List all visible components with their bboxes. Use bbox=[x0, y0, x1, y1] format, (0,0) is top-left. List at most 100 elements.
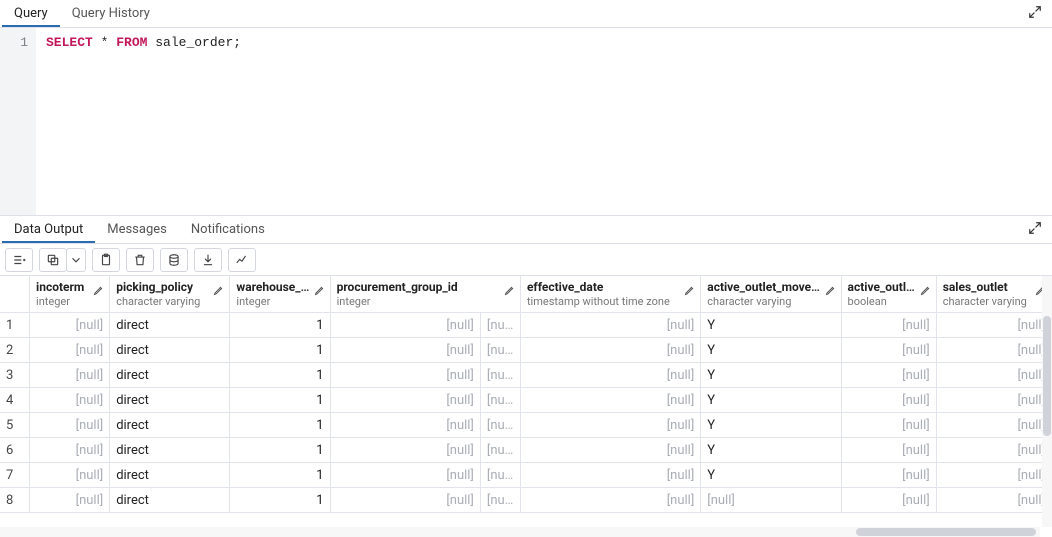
cell-procurement-sub[interactable]: [null] bbox=[481, 488, 521, 513]
rownum-cell[interactable]: 5 bbox=[0, 413, 30, 438]
col-procurement-group-id[interactable]: procurement_group_id integer bbox=[331, 276, 521, 313]
rownum-cell[interactable]: 2 bbox=[0, 338, 30, 363]
col-active-outlet-moved0[interactable]: active_outlet_moved0 character varying bbox=[701, 276, 841, 313]
rownum-cell[interactable]: 1 bbox=[0, 313, 30, 338]
cell-effective-date[interactable]: [null] bbox=[521, 438, 701, 463]
cell-effective-date[interactable]: [null] bbox=[521, 388, 701, 413]
cell-procurement-sub[interactable]: [null] bbox=[481, 313, 521, 338]
scroll-thumb[interactable] bbox=[856, 528, 1036, 536]
cell-picking-policy[interactable]: direct bbox=[110, 413, 230, 438]
cell-procurement-group-id[interactable]: [null] bbox=[331, 413, 481, 438]
cell-procurement-sub[interactable]: [null] bbox=[481, 388, 521, 413]
cell-picking-policy[interactable]: direct bbox=[110, 363, 230, 388]
cell-active-outlet-moved0[interactable]: [null] bbox=[701, 488, 841, 513]
cell-warehouse-id[interactable]: 1 bbox=[230, 438, 330, 463]
cell-sales-outlet[interactable]: [null] bbox=[937, 488, 1052, 513]
cell-warehouse-id[interactable]: 1 bbox=[230, 313, 330, 338]
cell-warehouse-id[interactable]: 1 bbox=[230, 488, 330, 513]
edit-icon[interactable] bbox=[314, 284, 326, 296]
cell-active-outlet[interactable]: [null] bbox=[842, 438, 937, 463]
add-row-button[interactable] bbox=[5, 248, 33, 272]
table-row[interactable]: 7[null]direct1[null][null][null]Y[null][… bbox=[0, 463, 1052, 488]
edit-icon[interactable] bbox=[93, 284, 105, 296]
editor-code[interactable]: SELECT * FROM sale_order; bbox=[36, 28, 1052, 215]
cell-active-outlet-moved0[interactable]: Y bbox=[701, 413, 841, 438]
table-row[interactable]: 8[null]direct1[null][null][null][null][n… bbox=[0, 488, 1052, 513]
cell-incoterm[interactable]: [null] bbox=[30, 313, 110, 338]
cell-procurement-group-id[interactable]: [null] bbox=[331, 313, 481, 338]
cell-procurement-group-id[interactable]: [null] bbox=[331, 488, 481, 513]
rownum-header[interactable] bbox=[0, 276, 30, 313]
cell-picking-policy[interactable]: direct bbox=[110, 438, 230, 463]
expand-output-icon[interactable] bbox=[1020, 217, 1050, 243]
vertical-scrollbar[interactable] bbox=[1042, 276, 1052, 527]
cell-picking-policy[interactable]: direct bbox=[110, 313, 230, 338]
cell-active-outlet[interactable]: [null] bbox=[842, 338, 937, 363]
table-row[interactable]: 3[null]direct1[null][null][null]Y[null][… bbox=[0, 363, 1052, 388]
edit-icon[interactable] bbox=[684, 284, 696, 296]
delete-button[interactable] bbox=[126, 248, 154, 272]
cell-effective-date[interactable]: [null] bbox=[521, 338, 701, 363]
results-grid[interactable]: incoterm integer picking_policy characte… bbox=[0, 276, 1052, 513]
table-row[interactable]: 2[null]direct1[null][null][null]Y[null][… bbox=[0, 338, 1052, 363]
cell-procurement-group-id[interactable]: [null] bbox=[331, 388, 481, 413]
copy-button[interactable] bbox=[39, 248, 67, 272]
cell-incoterm[interactable]: [null] bbox=[30, 463, 110, 488]
cell-active-outlet-moved0[interactable]: Y bbox=[701, 313, 841, 338]
table-row[interactable]: 6[null]direct1[null][null][null]Y[null][… bbox=[0, 438, 1052, 463]
rownum-cell[interactable]: 7 bbox=[0, 463, 30, 488]
cell-procurement-group-id[interactable]: [null] bbox=[331, 363, 481, 388]
rownum-cell[interactable]: 6 bbox=[0, 438, 30, 463]
cell-sales-outlet[interactable]: [null] bbox=[937, 313, 1052, 338]
cell-procurement-sub[interactable]: [null] bbox=[481, 363, 521, 388]
copy-dropdown-button[interactable] bbox=[66, 248, 86, 272]
rownum-cell[interactable]: 4 bbox=[0, 388, 30, 413]
cell-warehouse-id[interactable]: 1 bbox=[230, 338, 330, 363]
cell-active-outlet[interactable]: [null] bbox=[842, 388, 937, 413]
cell-active-outlet-moved0[interactable]: Y bbox=[701, 463, 841, 488]
paste-button[interactable] bbox=[92, 248, 120, 272]
cell-effective-date[interactable]: [null] bbox=[521, 488, 701, 513]
cell-sales-outlet[interactable]: [null] bbox=[937, 463, 1052, 488]
cell-procurement-sub[interactable]: [null] bbox=[481, 413, 521, 438]
edit-icon[interactable] bbox=[920, 284, 932, 296]
cell-incoterm[interactable]: [null] bbox=[30, 438, 110, 463]
cell-incoterm[interactable]: [null] bbox=[30, 413, 110, 438]
cell-warehouse-id[interactable]: 1 bbox=[230, 388, 330, 413]
save-data-button[interactable] bbox=[160, 248, 188, 272]
scroll-thumb[interactable] bbox=[1043, 316, 1051, 436]
expand-editor-icon[interactable] bbox=[1020, 1, 1050, 27]
cell-procurement-group-id[interactable]: [null] bbox=[331, 338, 481, 363]
rownum-cell[interactable]: 8 bbox=[0, 488, 30, 513]
cell-active-outlet[interactable]: [null] bbox=[842, 313, 937, 338]
cell-active-outlet-moved0[interactable]: Y bbox=[701, 388, 841, 413]
edit-icon[interactable] bbox=[213, 284, 225, 296]
edit-icon[interactable] bbox=[504, 284, 516, 296]
cell-warehouse-id[interactable]: 1 bbox=[230, 463, 330, 488]
cell-effective-date[interactable]: [null] bbox=[521, 463, 701, 488]
cell-active-outlet[interactable]: [null] bbox=[842, 413, 937, 438]
cell-effective-date[interactable]: [null] bbox=[521, 363, 701, 388]
cell-warehouse-id[interactable]: 1 bbox=[230, 363, 330, 388]
col-active-outlet[interactable]: active_outlet boolean bbox=[842, 276, 937, 313]
cell-incoterm[interactable]: [null] bbox=[30, 488, 110, 513]
tab-notifications[interactable]: Notifications bbox=[179, 217, 277, 243]
cell-incoterm[interactable]: [null] bbox=[30, 388, 110, 413]
col-picking-policy[interactable]: picking_policy character varying bbox=[110, 276, 230, 313]
cell-picking-policy[interactable]: direct bbox=[110, 488, 230, 513]
cell-sales-outlet[interactable]: [null] bbox=[937, 338, 1052, 363]
cell-active-outlet[interactable]: [null] bbox=[842, 463, 937, 488]
table-row[interactable]: 1[null]direct1[null][null][null]Y[null][… bbox=[0, 313, 1052, 338]
col-warehouse-id[interactable]: warehouse_id integer bbox=[230, 276, 330, 313]
tab-query[interactable]: Query bbox=[2, 1, 60, 27]
cell-sales-outlet[interactable]: [null] bbox=[937, 388, 1052, 413]
cell-sales-outlet[interactable]: [null] bbox=[937, 413, 1052, 438]
cell-active-outlet-moved0[interactable]: Y bbox=[701, 338, 841, 363]
col-effective-date[interactable]: effective_date timestamp without time zo… bbox=[521, 276, 701, 313]
sql-editor[interactable]: 1 SELECT * FROM sale_order; bbox=[0, 28, 1052, 216]
cell-effective-date[interactable]: [null] bbox=[521, 413, 701, 438]
download-button[interactable] bbox=[194, 248, 222, 272]
edit-icon[interactable] bbox=[825, 284, 837, 296]
cell-sales-outlet[interactable]: [null] bbox=[937, 438, 1052, 463]
cell-picking-policy[interactable]: direct bbox=[110, 463, 230, 488]
